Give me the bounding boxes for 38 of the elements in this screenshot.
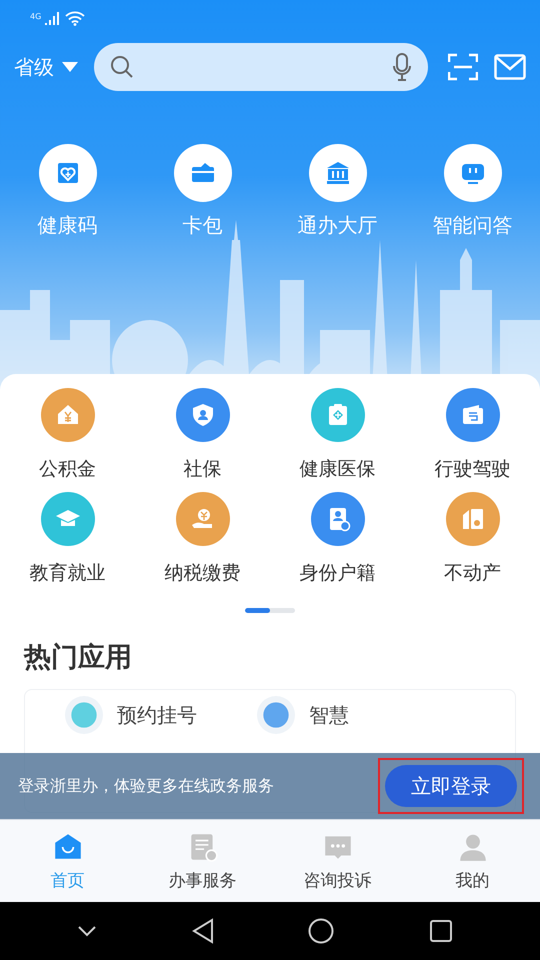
back-icon[interactable]: [192, 918, 214, 944]
nav-tab[interactable]: 咨询投诉: [270, 820, 405, 902]
house-icon[interactable]: [40, 388, 94, 442]
service-label[interactable]: 不动产: [444, 560, 501, 586]
caret-icon[interactable]: [62, 62, 78, 72]
login-prompt: 登录浙里办，体验更多在线政务服务: [18, 776, 275, 796]
service-label[interactable]: 社保: [184, 456, 222, 482]
chevron-down-icon[interactable]: [77, 925, 98, 937]
nav-tab[interactable]: 办事服务: [135, 820, 270, 902]
microphone-icon[interactable]: [392, 53, 412, 81]
mail-icon[interactable]: [494, 54, 526, 80]
home-button-icon[interactable]: [308, 918, 334, 944]
network-type: 4G: [30, 12, 42, 21]
service-label[interactable]: 教育就业: [30, 560, 106, 586]
signal-icon: [45, 11, 62, 25]
service-label[interactable]: 身份户籍: [300, 560, 376, 586]
service-label[interactable]: 健康医保: [300, 456, 376, 482]
service-label[interactable]: 公积金: [39, 456, 96, 482]
id-card-icon[interactable]: [310, 492, 364, 546]
search-field[interactable]: [94, 43, 428, 91]
recents-icon[interactable]: [428, 919, 453, 943]
building-icon[interactable]: [446, 492, 500, 546]
scan-icon[interactable]: [448, 53, 478, 81]
nav-tab[interactable]: 我的: [405, 820, 540, 902]
service-label[interactable]: 行驶驾驶: [434, 456, 510, 482]
section-title: 热门应用: [24, 641, 133, 675]
wifi-icon: [65, 10, 86, 26]
graduation-cap-icon[interactable]: [40, 492, 94, 546]
clipboard-icon[interactable]: [310, 388, 364, 442]
service-label[interactable]: 纳税缴费: [164, 560, 240, 586]
license-icon[interactable]: [446, 388, 500, 442]
coin-hand-icon[interactable]: [176, 492, 230, 546]
app-label[interactable]: 预约挂号: [117, 702, 197, 728]
circle-icon[interactable]: [257, 696, 295, 734]
login-button[interactable]: 立即登录: [385, 765, 517, 807]
app-label[interactable]: 智慧: [309, 702, 349, 728]
shield-icon[interactable]: [176, 388, 230, 442]
search-icon: [110, 55, 134, 79]
